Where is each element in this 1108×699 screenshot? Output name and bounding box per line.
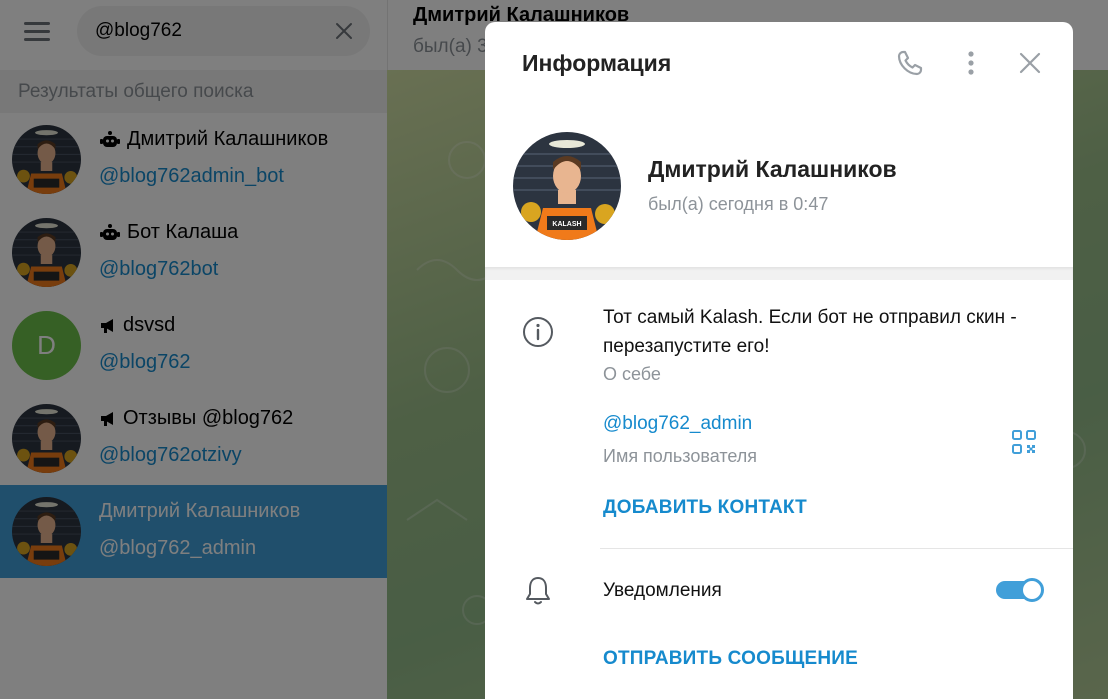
avatar: D — [12, 311, 81, 380]
search-results-header: Результаты общего поиска — [0, 70, 387, 113]
sidebar-header — [0, 0, 387, 70]
close-icon[interactable] — [332, 19, 356, 43]
bot-icon — [100, 223, 120, 240]
search-box — [77, 6, 370, 56]
phone-icon[interactable] — [895, 48, 925, 78]
search-result-item[interactable]: Ddsvsd @blog762 — [0, 299, 387, 392]
result-username: @blog762_admin — [99, 537, 257, 559]
username-value[interactable]: @blog762_admin — [603, 413, 752, 435]
channel-icon — [101, 318, 113, 333]
result-username: @blog762 — [99, 351, 191, 373]
info-modal: Информация KALASH Дмитрий Калашников был… — [485, 22, 1073, 699]
bell-icon — [526, 577, 550, 605]
notifications-label: Уведомления — [603, 580, 722, 601]
send-message-button[interactable]: ОТПРАВИТЬ СООБЩЕНИЕ — [603, 648, 858, 670]
search-result-item[interactable]: Бот Калаша @blog762bot — [0, 206, 387, 299]
profile-status: был(а) сегодня в 0:47 — [648, 194, 829, 214]
chat-status: был(а) 3 — [413, 36, 488, 57]
menu-icon-line — [24, 30, 50, 33]
avatar — [12, 218, 81, 287]
info-icon — [523, 317, 553, 347]
menu-button[interactable] — [19, 19, 55, 43]
prisoner-avatar: KALASH — [513, 132, 621, 240]
result-name-text: Отзывы @blog762 — [123, 407, 294, 429]
search-result-item[interactable]: Дмитрий Калашников @blog762admin_bot — [0, 113, 387, 206]
result-name: Дмитрий Калашников — [99, 500, 300, 523]
menu-icon — [24, 22, 50, 25]
avatar — [12, 497, 81, 566]
result-name: Бот Калаша — [99, 221, 238, 244]
result-name: Дмитрий Калашников — [99, 128, 328, 151]
menu-icon-line — [24, 38, 50, 41]
profile-avatar[interactable]: KALASH — [513, 132, 621, 240]
username-label: Имя пользователя — [603, 446, 758, 466]
result-username: @blog762admin_bot — [99, 165, 284, 187]
search-result-item[interactable]: Дмитрий Калашников @blog762_admin — [0, 485, 387, 578]
row-divider — [600, 548, 1073, 549]
sidebar: Результаты общего поиска Дмитрий Калашни… — [0, 0, 387, 699]
channel-icon — [101, 411, 113, 426]
section-divider — [485, 267, 1073, 280]
prisoner-avatar — [12, 404, 81, 473]
close-icon[interactable] — [1015, 48, 1045, 78]
bot-icon — [100, 130, 120, 147]
prisoner-avatar — [12, 125, 81, 194]
prisoner-avatar — [12, 497, 81, 566]
notifications-toggle[interactable] — [996, 578, 1044, 602]
toggle-knob — [1020, 578, 1044, 602]
result-username: @blog762bot — [99, 258, 219, 280]
result-name-text: dsvsd — [123, 314, 176, 336]
result-name-text: Бот Калаша — [127, 221, 239, 243]
result-name-text: Дмитрий Калашников — [99, 500, 301, 522]
qr-code-icon[interactable] — [1009, 427, 1039, 457]
result-name: Отзывы @blog762 — [99, 407, 293, 430]
result-username: @blog762otzivy — [99, 444, 242, 466]
prisoner-avatar — [12, 218, 81, 287]
result-name-text: Дмитрий Калашников — [127, 128, 329, 150]
search-input[interactable] — [95, 18, 325, 44]
result-name: dsvsd — [99, 314, 175, 337]
avatar — [12, 125, 81, 194]
avatar-badge-text: KALASH — [552, 221, 581, 228]
add-contact-button[interactable]: ДОБАВИТЬ КОНТАКТ — [603, 497, 807, 519]
modal-title: Информация — [522, 50, 672, 76]
more-icon[interactable] — [956, 48, 986, 78]
avatar — [12, 404, 81, 473]
bio-label: О себе — [603, 364, 661, 384]
search-result-item[interactable]: Отзывы @blog762 @blog762otzivy — [0, 392, 387, 485]
profile-name: Дмитрий Калашников — [648, 156, 897, 182]
bio-text: Тот самый Kalash. Если бот не отправил с… — [603, 307, 1017, 357]
